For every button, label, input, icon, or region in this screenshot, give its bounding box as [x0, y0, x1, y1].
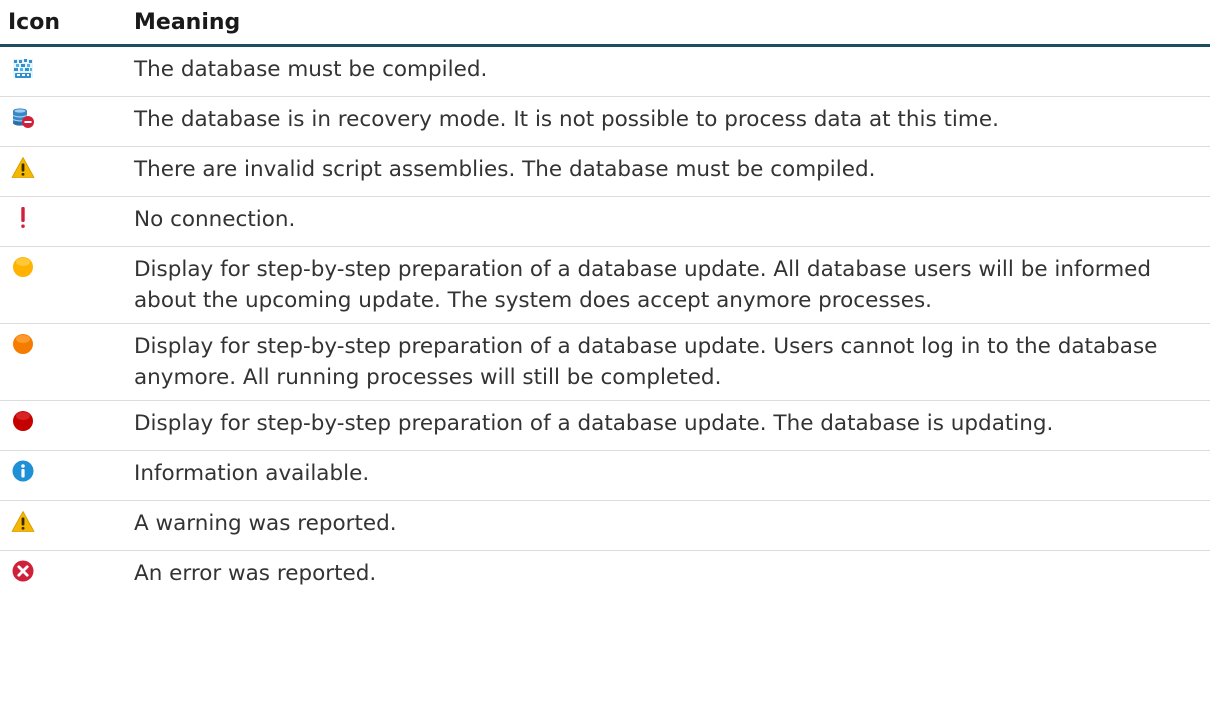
red-circle-icon [11, 410, 35, 434]
warning-triangle-icon [11, 510, 35, 534]
row-meaning: Display for step-by-step preparation of … [131, 400, 1210, 451]
database-recovery-icon [11, 106, 35, 130]
info-icon [11, 460, 35, 484]
table-header-row: Icon Meaning [0, 0, 1210, 47]
row-meaning: The database is in recovery mode. It is … [131, 96, 1210, 147]
table-row: An error was reported. [0, 551, 1210, 601]
row-meaning: Display for step-by-step preparation of … [131, 323, 1210, 401]
table-row: Display for step-by-step preparation of … [0, 246, 1210, 324]
icon-legend-table: Icon Meaning The database must be compil… [0, 0, 1210, 600]
header-icon: Icon [0, 0, 131, 47]
table-row: Display for step-by-step preparation of … [0, 323, 1210, 401]
yellow-circle-icon [11, 256, 35, 280]
table-row: A warning was reported. [0, 500, 1210, 551]
row-meaning: An error was reported. [134, 561, 377, 586]
warning-triangle-icon [11, 156, 35, 180]
table-row: The database must be compiled. [0, 45, 1210, 97]
error-icon [11, 560, 35, 584]
table-row: Display for step-by-step preparation of … [0, 400, 1210, 451]
table-row: No connection. [0, 196, 1210, 247]
table-row: The database is in recovery mode. It is … [0, 96, 1210, 147]
table-row: Information available. [0, 450, 1210, 501]
row-meaning: There are invalid script assemblies. The… [131, 146, 1210, 197]
row-meaning: Display for step-by-step preparation of … [131, 246, 1210, 324]
header-meaning: Meaning [131, 0, 1210, 47]
row-meaning: A warning was reported. [131, 500, 1210, 551]
exclamation-icon [11, 206, 35, 230]
row-meaning: The database must be compiled. [131, 45, 1210, 97]
row-meaning: No connection. [131, 196, 1210, 247]
orange-circle-icon [11, 333, 35, 357]
row-meaning: Information available. [131, 450, 1210, 501]
database-compile-icon [11, 56, 35, 80]
table-row: There are invalid script assemblies. The… [0, 146, 1210, 197]
